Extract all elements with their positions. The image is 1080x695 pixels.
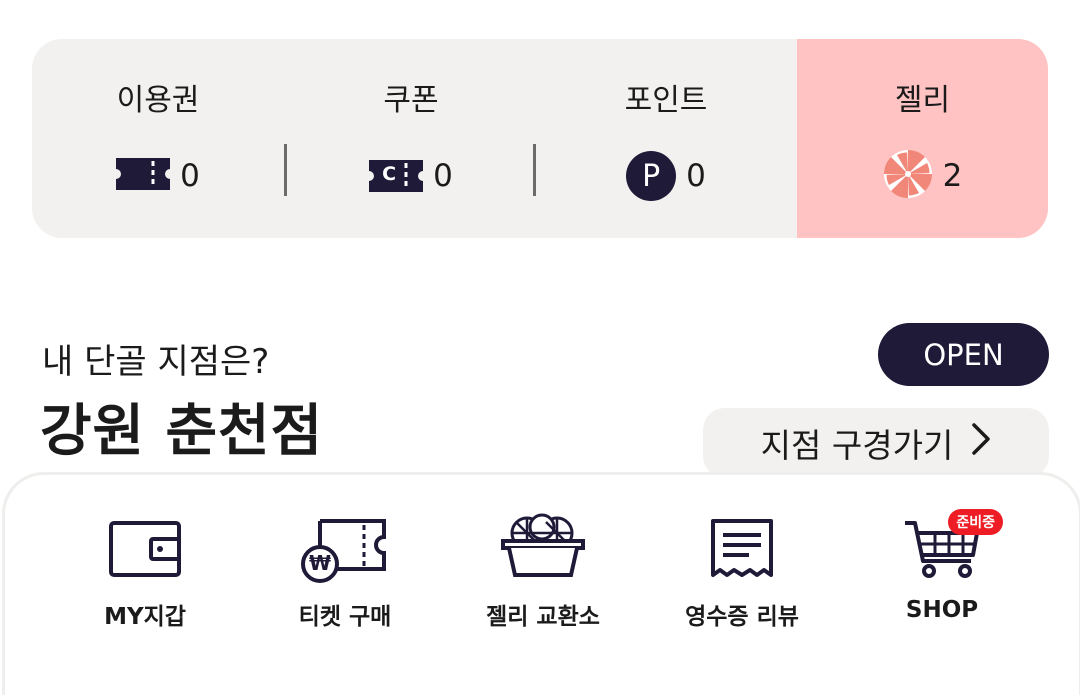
menu-receipt-review-label: 영수증 리뷰	[685, 604, 799, 630]
chevron-right-icon	[971, 423, 991, 463]
won-symbol: ₩	[309, 551, 332, 575]
open-status-button[interactable]: OPEN	[878, 323, 1049, 386]
stat-ticket-value: 0	[180, 158, 200, 194]
favorite-store-question: 내 단골 지점은?	[42, 342, 270, 382]
point-icon: P	[626, 151, 677, 201]
menu-shop[interactable]: 준비중 SHOP	[842, 509, 1042, 623]
coupon-icon-letter: C	[382, 163, 397, 185]
quick-menu-panel: MY지갑 ₩ 티켓 구매 젤리 교환소 영수증 리뷰 준비중 SHOP	[2, 472, 1080, 695]
jelly-candy-icon	[883, 149, 933, 203]
stat-point-value: 0	[686, 158, 706, 194]
stat-point[interactable]: 포인트 P 0	[536, 39, 796, 238]
stat-jelly[interactable]: 젤리 2	[797, 39, 1048, 238]
stat-jelly-label: 젤리	[894, 83, 951, 118]
ticket-icon	[116, 158, 171, 194]
stat-ticket[interactable]: 이용권 0	[32, 39, 284, 238]
coming-soon-badge: 준비중	[948, 509, 1003, 535]
menu-jelly-exchange-label: 젤리 교환소	[486, 604, 600, 630]
store-name: 강원 춘천점	[40, 399, 324, 464]
stat-jelly-value: 2	[942, 158, 963, 194]
menu-my-wallet[interactable]: MY지갑	[45, 511, 245, 631]
stat-point-label: 포인트	[624, 83, 708, 118]
stat-ticket-label: 이용권	[116, 83, 200, 118]
menu-ticket-purchase-label: 티켓 구매	[298, 604, 392, 630]
wallet-icon	[107, 519, 183, 583]
store-tour-button[interactable]: 지점 구경가기	[703, 408, 1049, 478]
menu-jelly-exchange[interactable]: 젤리 교환소	[443, 511, 643, 631]
wallet-summary-card: 이용권 0 쿠폰 C 0 포인트 P 0 젤리 2	[32, 39, 1048, 238]
menu-shop-label: SHOP	[905, 597, 979, 623]
ticket-purchase-icon: ₩	[300, 517, 390, 583]
menu-receipt-review[interactable]: 영수증 리뷰	[642, 511, 842, 631]
stat-coupon-label: 쿠폰	[383, 83, 439, 118]
stat-coupon-value: 0	[433, 158, 453, 194]
coupon-icon: C	[369, 160, 424, 192]
store-tour-label: 지점 구경가기	[760, 426, 954, 465]
stat-coupon[interactable]: 쿠폰 C 0	[287, 39, 535, 238]
menu-my-wallet-label: MY지갑	[104, 604, 186, 630]
jelly-basket-icon	[501, 513, 585, 583]
receipt-icon	[709, 517, 775, 583]
point-icon-letter: P	[642, 158, 661, 194]
menu-ticket-purchase[interactable]: ₩ 티켓 구매	[245, 511, 445, 631]
